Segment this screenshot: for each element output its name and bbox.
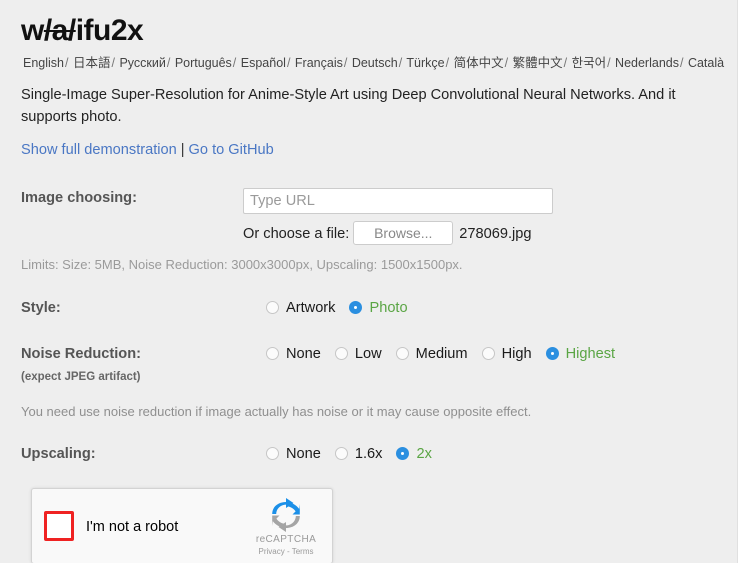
language-separator: / — [563, 56, 568, 70]
language-separator: / — [111, 56, 115, 70]
radio-dot-icon — [266, 301, 279, 314]
language-link-catalan[interactable]: Català — [688, 56, 724, 70]
recaptcha-brand-name: reCAPTCHA — [255, 534, 317, 545]
recaptcha-terms[interactable]: Privacy - Terms — [250, 546, 322, 557]
language-separator: / — [166, 56, 171, 70]
style-option-artwork[interactable]: Artwork — [266, 298, 335, 318]
browse-button[interactable]: Browse... — [353, 221, 454, 245]
language-separator: / — [504, 56, 509, 70]
noise-option-label: Medium — [415, 346, 468, 362]
noise-option-medium[interactable]: Medium — [395, 344, 468, 364]
noise-reduction-hint: You need use noise reduction if image ac… — [21, 404, 532, 419]
noise-option-highest[interactable]: Highest — [545, 344, 616, 364]
radio-dot-icon — [545, 347, 559, 360]
header-links: Show full demonstration | Go to GitHub — [21, 140, 737, 160]
recaptcha-branding: reCAPTCHA Privacy - Terms — [250, 498, 322, 557]
upscaling-option-label: None — [286, 446, 321, 462]
language-separator: / — [65, 56, 69, 70]
selected-file-name: 278069.jpg — [459, 226, 532, 242]
language-separator: / — [679, 56, 684, 70]
language-bar[interactable]: English/ 日本語/ Русский/ Português/ Españo… — [21, 55, 737, 71]
upscaling-row: Upscaling: None 1.6x 2x — [21, 444, 737, 468]
style-label: Style: — [21, 300, 61, 316]
language-link-portuguese[interactable]: Português — [175, 56, 232, 70]
radio-dot-icon — [266, 347, 279, 360]
file-chooser-label: Or choose a file: — [243, 226, 350, 242]
language-separator: / — [398, 56, 403, 70]
upscaling-label: Upscaling: — [21, 446, 96, 462]
radio-dot-icon — [481, 347, 495, 360]
noise-option-label: Highest — [565, 346, 616, 362]
noise-option-label: Low — [354, 346, 382, 362]
noise-reduction-radio-group: None Low Medium High Highest — [243, 344, 615, 364]
image-choosing-row: Image choosing: Or choose a file:Browse.… — [21, 188, 737, 245]
radio-dot-icon — [334, 447, 348, 460]
image-choosing-label: Image choosing: — [21, 190, 137, 206]
language-link-japanese[interactable]: 日本語 — [73, 56, 111, 70]
logo-suffix: ifu2x — [75, 14, 144, 47]
upscaling-option-label: 1.6x — [354, 446, 383, 462]
noise-option-low[interactable]: Low — [334, 344, 382, 364]
language-separator: / — [607, 56, 611, 70]
language-link-simplified-chinese[interactable]: 简体中文 — [454, 56, 504, 70]
radio-dot-icon — [266, 447, 279, 460]
github-link[interactable]: Go to GitHub — [189, 142, 274, 158]
radio-dot-icon — [334, 347, 348, 360]
style-option-photo[interactable]: Photo — [349, 298, 408, 318]
recaptcha-checkbox[interactable] — [44, 511, 74, 541]
language-link-russian[interactable]: Русский — [119, 56, 165, 70]
upscaling-option-label: 2x — [416, 446, 432, 462]
style-option-label: Artwork — [286, 300, 336, 316]
waifu2x-page: w/a/ifu2x English/ 日本語/ Русский/ Portugu… — [0, 0, 738, 563]
show-demonstration-link[interactable]: Show full demonstration — [21, 142, 177, 158]
language-separator: / — [343, 56, 348, 70]
site-logo: w/a/ifu2x — [21, 0, 737, 48]
language-separator: / — [286, 56, 291, 70]
noise-reduction-title: Noise Reduction: — [21, 346, 141, 362]
radio-dot-icon — [349, 301, 363, 314]
noise-reduction-sublabel: (expect JPEG artifact) — [21, 371, 141, 383]
language-link-spanish[interactable]: Español — [241, 56, 286, 70]
language-link-dutch[interactable]: Nederlands — [615, 56, 679, 70]
language-separator: / — [232, 56, 237, 70]
language-link-korean[interactable]: 한국어 — [572, 56, 607, 70]
noise-option-label: None — [286, 346, 321, 362]
language-link-turkish[interactable]: Türkçe — [406, 56, 444, 70]
style-radio-group: Artwork Photo — [243, 298, 408, 318]
limits-text: Limits: Size: 5MB, Noise Reduction: 3000… — [21, 257, 463, 272]
noise-option-high[interactable]: High — [481, 344, 532, 364]
language-link-german[interactable]: Deutsch — [352, 56, 398, 70]
noise-option-none[interactable]: None — [266, 344, 321, 364]
logo-prefix: w — [21, 14, 44, 47]
link-separator: | — [180, 142, 185, 158]
recaptcha-label: I'm not a robot — [86, 519, 179, 535]
logo-strikethrough: /a/ — [43, 14, 76, 47]
language-link-traditional-chinese[interactable]: 繁體中文 — [513, 56, 563, 70]
style-row: Style: Artwork Photo — [21, 298, 737, 322]
language-link-english[interactable]: English — [23, 56, 64, 70]
recaptcha-logo-icon — [250, 498, 322, 532]
noise-option-label: High — [501, 346, 532, 362]
upscaling-option-1-6x[interactable]: 1.6x — [334, 444, 383, 464]
radio-dot-icon — [396, 447, 410, 460]
noise-reduction-row: Noise Reduction: (expect JPEG artifact) … — [21, 344, 737, 387]
upscaling-radio-group: None 1.6x 2x — [243, 444, 432, 464]
site-description: Single-Image Super-Resolution for Anime-… — [21, 87, 676, 125]
radio-dot-icon — [395, 347, 409, 360]
image-url-input[interactable] — [243, 188, 553, 214]
image-choosing-field: Or choose a file:Browse... 278069.jpg — [243, 188, 553, 245]
file-chooser-row: Or choose a file: Browse... 278069.jpg — [243, 221, 553, 245]
upscaling-option-none[interactable]: None — [266, 444, 321, 464]
language-separator: / — [445, 56, 450, 70]
upscaling-option-2x[interactable]: 2x — [396, 444, 432, 464]
recaptcha-widget[interactable]: I'm not a robot reCAPTCHA Privacy - Term… — [31, 488, 333, 563]
noise-reduction-label: Noise Reduction: (expect JPEG artifact) — [21, 344, 243, 387]
language-link-french[interactable]: Français — [295, 56, 343, 70]
style-option-label: Photo — [369, 300, 408, 316]
